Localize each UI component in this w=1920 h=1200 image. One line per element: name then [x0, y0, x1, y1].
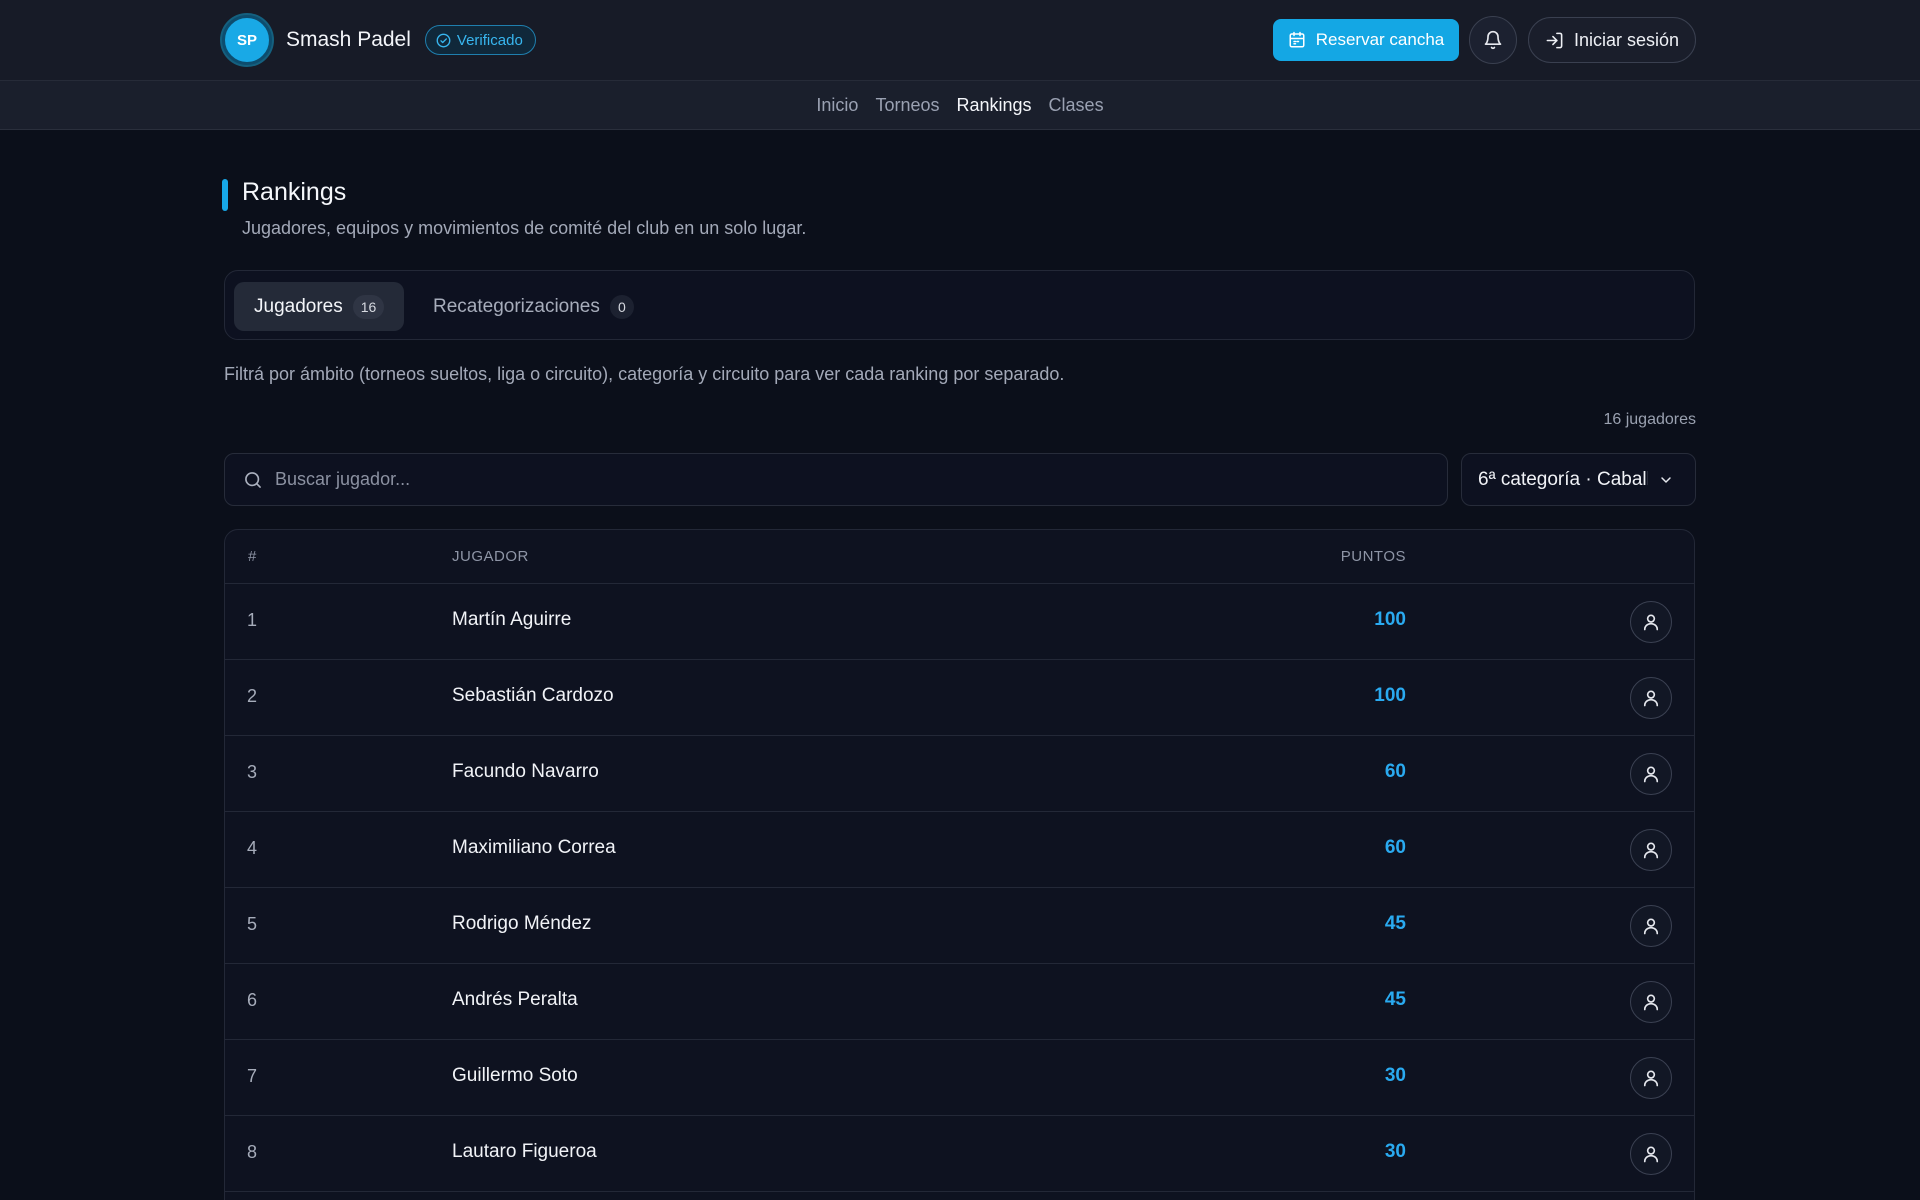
row-points: 100 [1374, 609, 1406, 630]
user-icon [1641, 1144, 1661, 1164]
brand[interactable]: SP Smash Padel Verificado [222, 15, 536, 65]
row-player-name: Rodrigo Méndez [452, 913, 592, 934]
row-rank: 2 [247, 686, 258, 706]
search-box [224, 453, 1448, 506]
main-nav: Inicio Torneos Rankings Clases [0, 81, 1920, 130]
view-profile-button[interactable] [1630, 905, 1672, 947]
row-points: 45 [1384, 913, 1406, 934]
table-row: 3 Facundo Navarro 60 [225, 736, 1694, 812]
logo-initials: SP [236, 31, 257, 49]
bell-icon [1483, 30, 1503, 50]
notifications-button[interactable] [1469, 16, 1517, 64]
row-rank: 5 [247, 914, 258, 934]
category-select[interactable]: 6ª categoría · Caballeros [1461, 453, 1696, 506]
row-rank: 4 [247, 838, 258, 858]
row-points: 30 [1384, 1141, 1406, 1162]
page-title: Rankings [242, 178, 347, 206]
row-points: 30 [1384, 1065, 1406, 1086]
row-player-name: Guillermo Soto [452, 1065, 578, 1086]
row-points: 100 [1374, 685, 1406, 706]
title-accent-bar [222, 179, 228, 211]
user-icon [1641, 612, 1661, 632]
brand-name: Smash Padel [286, 28, 411, 51]
nav-item-clases[interactable]: Clases [1049, 95, 1104, 116]
user-icon [1641, 688, 1661, 708]
view-profile-button[interactable] [1630, 753, 1672, 795]
row-rank: 8 [247, 1142, 258, 1162]
row-player-name: Martín Aguirre [452, 609, 572, 630]
row-player-name: Sebastián Cardozo [452, 685, 614, 706]
table-row: 6 Andrés Peralta 45 [225, 964, 1694, 1040]
tab-count-badge: 16 [352, 294, 385, 319]
view-profile-button[interactable] [1630, 601, 1672, 643]
verified-label: Verificado [456, 31, 523, 49]
login-icon [1545, 31, 1564, 50]
top-bar: SP Smash Padel Verificado Reservar canch… [0, 0, 1920, 81]
user-icon [1641, 764, 1661, 784]
tab-count-badge: 0 [609, 294, 634, 319]
row-rank: 3 [247, 762, 258, 782]
tab-label: Recategorizaciones [433, 295, 600, 317]
tab-jugadores[interactable]: Jugadores 16 [234, 282, 405, 331]
reserve-court-button[interactable]: Reservar cancha [1273, 19, 1459, 61]
row-player-name: Andrés Peralta [452, 989, 578, 1010]
ranking-table: # JUGADOR PUNTOS 1 Martín Aguirre 100 2 Seba… [224, 529, 1695, 1200]
ranking-tabs: Jugadores 16 Recategorizaciones 0 [224, 270, 1695, 340]
table-row: 8 Lautaro Figueroa 30 [225, 1116, 1694, 1192]
search-input[interactable] [275, 469, 1375, 490]
row-points: 60 [1384, 761, 1406, 782]
table-row: 1 Martín Aguirre 100 [225, 584, 1694, 660]
table-row: 7 Guillermo Soto 30 [225, 1040, 1694, 1116]
view-profile-button[interactable] [1630, 677, 1672, 719]
user-icon [1641, 840, 1661, 860]
col-header-rank: # [248, 548, 257, 565]
reserve-court-label: Reservar cancha [1315, 30, 1445, 49]
row-rank: 7 [247, 1066, 258, 1086]
user-icon [1641, 992, 1661, 1012]
col-header-player: JUGADOR [452, 548, 529, 565]
tab-recategorizaciones[interactable]: Recategorizaciones 0 [413, 282, 654, 331]
login-button[interactable]: Iniciar sesión [1528, 17, 1696, 63]
filter-help-text: Filtrá por ámbito (torneos sueltos, liga… [224, 364, 1065, 384]
view-profile-button[interactable] [1630, 1057, 1672, 1099]
table-header: # JUGADOR PUNTOS [225, 530, 1694, 584]
table-row: 4 Maximiliano Correa 60 [225, 812, 1694, 888]
col-header-points: PUNTOS [1340, 548, 1406, 565]
tab-label: Jugadores [254, 295, 343, 317]
row-player-name: Maximiliano Correa [452, 837, 616, 858]
view-profile-button[interactable] [1630, 1133, 1672, 1175]
chevron-down-icon [1658, 472, 1674, 488]
verified-badge: Verificado [424, 25, 536, 55]
club-logo: SP [222, 15, 272, 65]
table-row: 5 Rodrigo Méndez 45 [225, 888, 1694, 964]
nav-item-rankings[interactable]: Rankings [957, 95, 1032, 116]
view-profile-button[interactable] [1630, 829, 1672, 871]
nav-item-torneos[interactable]: Torneos [875, 95, 939, 116]
page-subtitle: Jugadores, equipos y movimientos de comi… [242, 218, 807, 238]
table-row: 2 Sebastián Cardozo 100 [225, 660, 1694, 736]
calendar-icon [1288, 31, 1306, 49]
user-icon [1641, 1068, 1661, 1088]
category-select-value: 6ª categoría · Caballeros [1478, 468, 1648, 490]
search-icon [243, 470, 263, 490]
row-player-name: Lautaro Figueroa [452, 1141, 597, 1162]
user-icon [1641, 916, 1661, 936]
nav-item-inicio[interactable]: Inicio [816, 95, 858, 116]
row-rank: 1 [247, 610, 258, 630]
row-points: 60 [1384, 837, 1406, 858]
row-player-name: Facundo Navarro [452, 761, 599, 782]
view-profile-button[interactable] [1630, 981, 1672, 1023]
row-rank: 6 [247, 990, 258, 1010]
player-count: 16 jugadores [1603, 411, 1696, 428]
row-points: 45 [1384, 989, 1406, 1010]
check-circle-icon [436, 33, 451, 48]
login-label: Iniciar sesión [1573, 29, 1680, 50]
